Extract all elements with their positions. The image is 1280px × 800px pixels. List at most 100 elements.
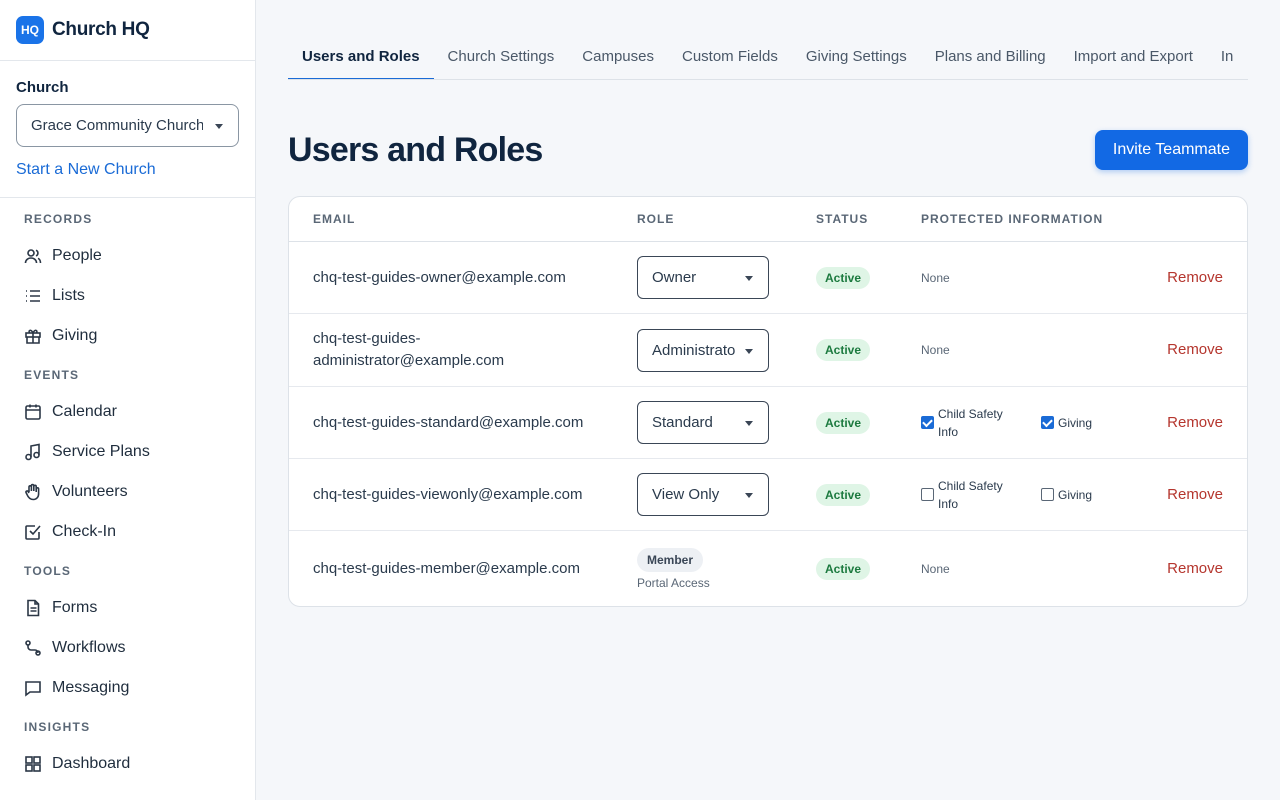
child-safety-checkbox[interactable]: Child Safety Info (921, 477, 1041, 513)
tab-plans-and-billing[interactable]: Plans and Billing (921, 48, 1060, 79)
users-table: EMAIL ROLE STATUS PROTECTED INFORMATION … (288, 196, 1248, 607)
role-cell: Standard (637, 401, 816, 444)
checkbox-label: Child Safety Info (938, 477, 1003, 513)
checkbox-unchecked-icon (921, 488, 934, 501)
child-safety-checkbox[interactable]: Child Safety Info (921, 405, 1041, 441)
protected-none: None (921, 270, 950, 285)
church-label: Church (16, 79, 69, 96)
sidebar-item-label: Dashboard (52, 755, 131, 772)
sidebar-item-volunteers[interactable]: Volunteers (0, 472, 255, 512)
checkbox-label: Giving (1058, 487, 1093, 502)
tab-giving-settings[interactable]: Giving Settings (792, 48, 921, 79)
start-new-church-link[interactable]: Start a New Church (16, 161, 239, 179)
document-icon (27, 599, 40, 617)
sidebar-item-label: Service Plans (52, 443, 150, 460)
checkbox-checked-icon (921, 416, 934, 429)
church-picker: Church Grace Community Church Start a Ne… (0, 61, 255, 198)
sidebar-item-label: Lists (52, 287, 85, 304)
tab-campuses[interactable]: Campuses (568, 48, 668, 79)
sidebar-item-label: Messaging (52, 679, 130, 696)
tab-import-and-export[interactable]: Import and Export (1060, 48, 1207, 79)
table-row: chq-test-guides-member@example.com Membe… (289, 531, 1247, 606)
column-header-status: STATUS (816, 212, 869, 226)
action-cell: Remove (1141, 414, 1247, 432)
protected-cell: Child Safety Info Giving (921, 477, 1141, 513)
brand-name: Church HQ (52, 19, 150, 40)
nav-group-insights: INSIGHTS Dashboard (0, 720, 255, 784)
table-row: chq-test-guides- administrator@example.c… (289, 314, 1247, 387)
checkbox-checked-icon (1041, 416, 1054, 429)
tab-custom-fields[interactable]: Custom Fields (668, 48, 792, 79)
action-cell: Remove (1141, 486, 1247, 504)
sidebar-item-label: Workflows (52, 639, 126, 656)
status-cell: Active (816, 339, 921, 361)
nav-group-records: RECORDS People Lists Giving (0, 212, 255, 356)
protected-cell: Child Safety Info Giving (921, 405, 1141, 441)
tab-truncated[interactable]: In (1207, 48, 1248, 79)
checkbox-label-line: Info (938, 496, 959, 511)
page-title: Users and Roles (288, 130, 543, 169)
sidebar-item-dashboard[interactable]: Dashboard (0, 744, 255, 784)
table-header: EMAIL ROLE STATUS PROTECTED INFORMATION (289, 197, 1247, 242)
role-select[interactable]: Standard (637, 401, 769, 444)
chevron-down-icon (745, 421, 753, 426)
remove-button[interactable]: Remove (1167, 486, 1223, 503)
church-select[interactable]: Grace Community Church (16, 104, 239, 147)
table-row: chq-test-guides-standard@example.com Sta… (289, 387, 1247, 459)
sidebar: HQ Church HQ Church Grace Community Chur… (0, 0, 256, 800)
checkbox-label: Giving (1058, 415, 1093, 430)
sidebar-item-workflows[interactable]: Workflows (0, 628, 255, 668)
status-cell: Active (816, 411, 921, 434)
sidebar-item-people[interactable]: People (0, 236, 255, 276)
sidebar-item-label: Calendar (52, 403, 117, 420)
sidebar-item-calendar[interactable]: Calendar (0, 392, 255, 432)
remove-button[interactable]: Remove (1167, 414, 1223, 431)
sidebar-item-messaging[interactable]: Messaging (0, 668, 255, 708)
column-header-protected: PROTECTED INFORMATION (921, 212, 1104, 226)
tab-users-and-roles[interactable]: Users and Roles (288, 48, 434, 79)
chevron-down-icon (215, 124, 223, 129)
tab-church-settings[interactable]: Church Settings (434, 48, 569, 79)
giving-checkbox[interactable]: Giving (1041, 488, 1092, 502)
role-cell: Member Portal Access (637, 547, 816, 590)
dashboard-icon (25, 756, 41, 772)
checkbox-label: Child Safety Info (938, 405, 1003, 441)
protected-none: None (921, 343, 950, 357)
nav-section-title: RECORDS (24, 212, 93, 226)
sidebar-item-label: Giving (52, 327, 98, 344)
column-header-email: EMAIL (313, 212, 356, 226)
calendar-icon (25, 404, 41, 420)
status-cell: Active (816, 557, 921, 580)
brand-logo: HQ (16, 16, 44, 44)
sidebar-nav: RECORDS People Lists Giving EVENTS Calen… (0, 198, 255, 784)
role-select[interactable]: Owner (637, 256, 769, 299)
action-cell: Remove (1141, 341, 1247, 359)
table-row: chq-test-guides-viewonly@example.com Vie… (289, 459, 1247, 531)
giving-checkbox[interactable]: Giving (1041, 416, 1092, 430)
sidebar-item-check-in[interactable]: Check-In (0, 512, 255, 552)
user-email: chq-test-guides-owner@example.com (313, 268, 566, 286)
sidebar-item-lists[interactable]: Lists (0, 276, 255, 316)
status-badge: Active (816, 483, 871, 506)
brand-header[interactable]: HQ Church HQ (0, 0, 255, 61)
message-icon (25, 681, 41, 697)
sidebar-item-forms[interactable]: Forms (0, 588, 255, 628)
sidebar-item-label: Forms (52, 599, 98, 616)
user-email: chq-test-guides-viewonly@example.com (313, 485, 583, 503)
role-select[interactable]: View Only (637, 473, 769, 516)
remove-button[interactable]: Remove (1167, 269, 1223, 286)
sidebar-item-giving[interactable]: Giving (0, 316, 255, 356)
protected-none: None (921, 561, 950, 576)
role-cell: Owner (637, 256, 816, 299)
status-cell: Active (816, 266, 921, 289)
role-select-value: View Only (652, 486, 720, 503)
role-badge: Member (637, 547, 704, 572)
status-badge: Active (816, 266, 871, 289)
role-select[interactable]: Administrato (637, 328, 769, 372)
invite-teammate-button[interactable]: Invite Teammate (1094, 130, 1248, 170)
remove-button[interactable]: Remove (1167, 560, 1223, 577)
nav-group-events: EVENTS Calendar Service Plans Volunteers… (0, 368, 255, 552)
role-select-value: Administrato (652, 341, 736, 359)
sidebar-item-service-plans[interactable]: Service Plans (0, 432, 255, 472)
remove-button[interactable]: Remove (1167, 341, 1223, 358)
